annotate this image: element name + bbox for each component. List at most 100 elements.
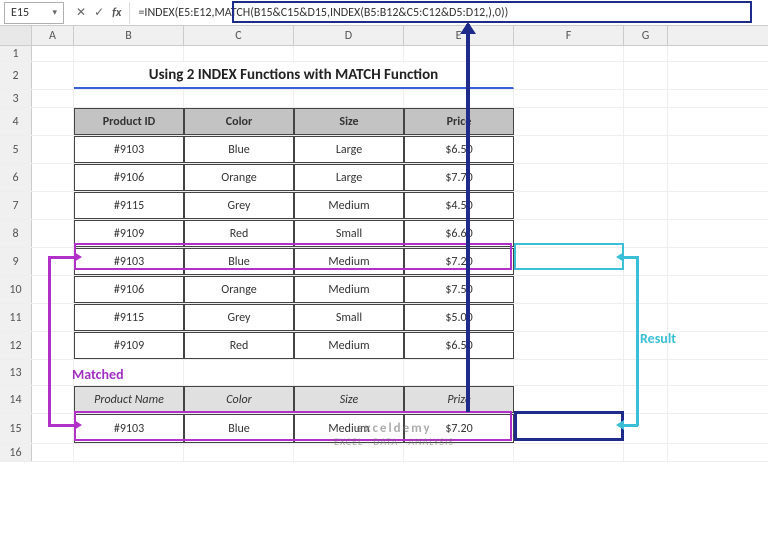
cell-price[interactable]: $7.50 <box>404 276 514 303</box>
cell-price[interactable]: $4.50 <box>404 192 514 219</box>
name-box[interactable]: E15 ▾ <box>4 2 64 24</box>
cell-size[interactable]: Small <box>294 220 404 247</box>
cell-product-id[interactable]: #9109 <box>74 220 184 247</box>
cell[interactable] <box>294 360 404 385</box>
row-header[interactable]: 9 <box>0 248 32 275</box>
cell-color[interactable]: Red <box>184 220 294 247</box>
col-header-f[interactable]: F <box>514 26 624 45</box>
cell-size[interactable]: Large <box>294 136 404 163</box>
cell[interactable] <box>624 108 668 135</box>
cell-price[interactable]: $6.60 <box>404 220 514 247</box>
cell-color[interactable]: Grey <box>184 192 294 219</box>
cell-product-id[interactable]: #9103 <box>74 136 184 163</box>
cell[interactable] <box>514 108 624 135</box>
row-header[interactable]: 10 <box>0 276 32 303</box>
cell[interactable] <box>624 164 668 191</box>
row-header[interactable]: 5 <box>0 136 32 163</box>
cell[interactable] <box>514 414 624 443</box>
cell[interactable] <box>514 192 624 219</box>
cell-price[interactable]: $5.00 <box>404 304 514 331</box>
row-header[interactable]: 3 <box>0 90 32 107</box>
cell-product-id[interactable]: #9103 <box>74 248 184 275</box>
cell[interactable] <box>32 276 74 303</box>
cell[interactable] <box>624 192 668 219</box>
cell-size[interactable]: Medium <box>294 276 404 303</box>
cancel-icon[interactable]: ✕ <box>76 5 86 20</box>
row-header[interactable]: 2 <box>0 62 32 89</box>
header-product-id[interactable]: Product ID <box>74 108 184 135</box>
cell[interactable] <box>624 248 668 275</box>
cell[interactable] <box>514 276 624 303</box>
formula-input[interactable]: =INDEX(E5:E12,MATCH(B15&C15&D15,INDEX(B5… <box>129 2 768 24</box>
cell[interactable] <box>514 136 624 163</box>
cell[interactable] <box>624 414 668 443</box>
cell[interactable] <box>624 276 668 303</box>
cell[interactable] <box>32 444 74 461</box>
name-box-dropdown-icon[interactable]: ▾ <box>52 7 57 18</box>
cell[interactable] <box>404 90 514 107</box>
header-size[interactable]: Size <box>294 108 404 135</box>
row-header[interactable]: 11 <box>0 304 32 331</box>
cell[interactable] <box>514 164 624 191</box>
cell-product-id[interactable]: #9106 <box>74 164 184 191</box>
cell[interactable] <box>624 386 668 413</box>
cell[interactable] <box>404 46 514 61</box>
cell[interactable] <box>32 304 74 331</box>
cell[interactable] <box>32 332 74 359</box>
cell[interactable] <box>514 220 624 247</box>
cell[interactable] <box>32 220 74 247</box>
cell[interactable] <box>32 164 74 191</box>
confirm-icon[interactable]: ✓ <box>94 5 104 20</box>
col-header-b[interactable]: B <box>74 26 184 45</box>
cell-color[interactable]: Orange <box>184 164 294 191</box>
row-header[interactable]: 13 <box>0 360 32 385</box>
cell[interactable] <box>514 386 624 413</box>
row-header[interactable]: 1 <box>0 46 32 61</box>
cell[interactable] <box>624 46 668 61</box>
lookup-color[interactable]: Blue <box>184 414 294 443</box>
cell[interactable] <box>32 360 74 385</box>
cell[interactable] <box>184 46 294 61</box>
header-price[interactable]: Price <box>404 108 514 135</box>
cell-color[interactable]: Orange <box>184 276 294 303</box>
cell-color[interactable]: Blue <box>184 136 294 163</box>
col-header-d[interactable]: D <box>294 26 404 45</box>
cell[interactable] <box>624 304 668 331</box>
cell[interactable] <box>32 248 74 275</box>
cell[interactable] <box>294 90 404 107</box>
cell-price[interactable]: $6.50 <box>404 332 514 359</box>
cell-size[interactable]: Medium <box>294 332 404 359</box>
row-header[interactable]: 12 <box>0 332 32 359</box>
row-header[interactable]: 6 <box>0 164 32 191</box>
cell[interactable] <box>514 248 624 275</box>
cell[interactable] <box>184 90 294 107</box>
cell[interactable] <box>32 46 74 61</box>
cell-product-id[interactable]: #9115 <box>74 192 184 219</box>
cell[interactable] <box>514 62 624 89</box>
cell-price[interactable]: $7.20 <box>404 248 514 275</box>
col-header-g[interactable]: G <box>624 26 668 45</box>
cell-size[interactable]: Large <box>294 164 404 191</box>
cell[interactable] <box>74 90 184 107</box>
cell-size[interactable]: Medium <box>294 248 404 275</box>
cell[interactable] <box>32 414 74 443</box>
cell[interactable] <box>404 360 514 385</box>
col-header-a[interactable]: A <box>32 26 74 45</box>
cell-color[interactable]: Red <box>184 332 294 359</box>
cell[interactable] <box>32 136 74 163</box>
cell[interactable] <box>514 46 624 61</box>
row-header[interactable]: 7 <box>0 192 32 219</box>
cell[interactable] <box>184 360 294 385</box>
row-header[interactable]: 16 <box>0 444 32 461</box>
lookup-header-product-name[interactable]: Product Name <box>74 386 184 413</box>
cell[interactable] <box>624 444 668 461</box>
cell-product-id[interactable]: #9115 <box>74 304 184 331</box>
cell[interactable] <box>624 90 668 107</box>
cell[interactable] <box>514 304 624 331</box>
cell-price[interactable]: $6.50 <box>404 136 514 163</box>
lookup-header-color[interactable]: Color <box>184 386 294 413</box>
header-color[interactable]: Color <box>184 108 294 135</box>
row-header[interactable]: 15 <box>0 414 32 443</box>
cell[interactable] <box>74 444 184 461</box>
row-header[interactable]: 4 <box>0 108 32 135</box>
